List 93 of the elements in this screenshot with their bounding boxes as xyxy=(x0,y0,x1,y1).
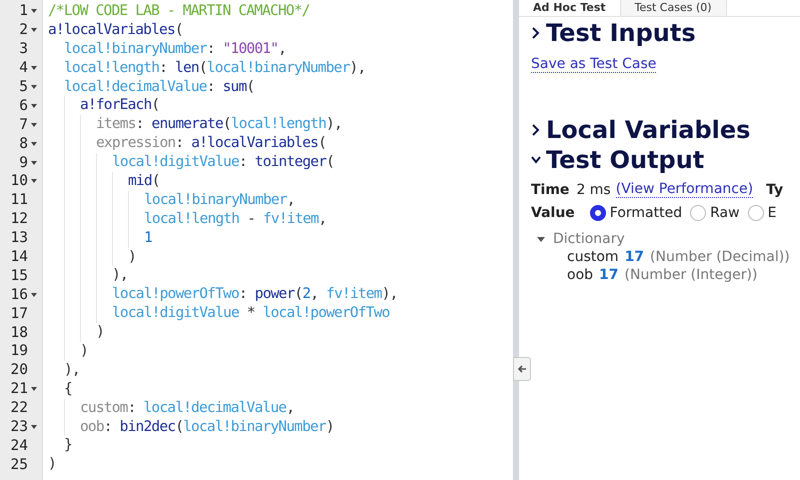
code-line: ), xyxy=(112,266,128,286)
fold-caret-icon[interactable] xyxy=(30,120,38,129)
code-line: oob: bin2dec(local!binaryNumber) xyxy=(80,418,334,436)
field-value: 17 xyxy=(599,267,619,283)
fold-caret-icon[interactable] xyxy=(30,158,38,167)
line-number: 11 xyxy=(10,192,28,208)
code-line: a!localVariables( xyxy=(48,20,183,40)
tree-node[interactable]: Dictionary xyxy=(537,231,800,247)
section-title: Test Inputs xyxy=(546,19,696,47)
code-line: ), xyxy=(64,360,80,380)
fold-caret-icon[interactable] xyxy=(30,290,38,299)
time-label: Time xyxy=(531,182,570,198)
line-number: 6 xyxy=(19,98,28,114)
chevron-icon xyxy=(531,123,541,137)
code-line: ) xyxy=(80,342,88,361)
line-number: 24 xyxy=(10,438,28,454)
line-number: 16 xyxy=(10,286,28,303)
line-number: 12 xyxy=(10,211,28,228)
code-line: ) xyxy=(128,248,136,266)
line-number: 5 xyxy=(19,79,28,95)
fold-caret-icon[interactable] xyxy=(30,423,38,432)
field-value: 17 xyxy=(624,249,644,265)
line-number: 14 xyxy=(10,249,28,266)
type-label: Ty xyxy=(766,182,784,198)
code-line: ) xyxy=(96,323,104,342)
code-line: { xyxy=(64,380,72,399)
fold-caret-icon[interactable] xyxy=(30,64,38,72)
fold-caret-icon[interactable] xyxy=(30,385,38,394)
value-label: Value xyxy=(531,205,575,221)
code-line: local!length - fv!item, xyxy=(144,210,326,229)
code-line: local!decimalValue: sum( xyxy=(64,78,254,96)
field-type: (Number (Decimal)) xyxy=(650,249,790,265)
code-line: } xyxy=(64,436,72,456)
line-number: 10 xyxy=(10,173,28,190)
tab[interactable]: Test Cases (0) xyxy=(620,0,727,16)
fold-caret-icon[interactable] xyxy=(30,177,38,186)
code-line: 1 xyxy=(144,228,152,248)
time-value: 2 ms xyxy=(576,182,611,198)
line-number: 22 xyxy=(10,400,28,416)
line-number: 17 xyxy=(10,306,28,322)
code-line: items: enumerate(local!length), xyxy=(96,115,342,134)
line-number: 1 xyxy=(19,3,28,20)
left-arrow-icon xyxy=(517,364,527,374)
expand-caret-icon xyxy=(537,235,545,243)
fold-caret-icon[interactable] xyxy=(30,102,38,110)
code-line: local!digitValue: tointeger( xyxy=(112,153,334,172)
save-as-test-case-link[interactable]: Save as Test Case xyxy=(531,56,656,73)
code-line: a!forEach( xyxy=(80,96,160,116)
radio-button[interactable] xyxy=(590,205,606,221)
section-header[interactable]: Test Inputs xyxy=(531,19,800,47)
code-line: local!binaryNumber, xyxy=(144,190,295,210)
line-number: 18 xyxy=(10,324,28,341)
code-line: ) xyxy=(48,455,56,474)
line-number: 15 xyxy=(10,268,28,284)
chevron-icon xyxy=(531,26,541,40)
line-number: 2 xyxy=(19,22,28,38)
line-number: 9 xyxy=(19,154,28,171)
line-number: 25 xyxy=(10,456,28,473)
fold-caret-icon[interactable] xyxy=(30,140,38,148)
format-radio[interactable]: Raw xyxy=(690,205,740,221)
code-line: expression: a!localVariables( xyxy=(96,134,326,154)
section-header[interactable]: Test Output xyxy=(531,146,800,174)
field-name: oob xyxy=(567,267,594,283)
fold-caret-icon[interactable] xyxy=(30,83,38,91)
line-number: 23 xyxy=(10,419,28,436)
field-type: (Number (Integer)) xyxy=(624,267,758,283)
code-line: mid( xyxy=(128,172,160,191)
line-number: 8 xyxy=(19,136,28,152)
format-radio[interactable]: E xyxy=(748,205,776,221)
code-line: /*LOW CODE LAB - MARTIN CAMACHO*/ xyxy=(48,2,310,21)
radio-button[interactable] xyxy=(690,205,706,221)
fold-caret-icon[interactable] xyxy=(30,26,38,34)
field-name: custom xyxy=(567,249,619,265)
line-number: 3 xyxy=(19,41,28,58)
code-line: local!digitValue * local!powerOfTwo xyxy=(112,304,390,324)
collapse-button[interactable] xyxy=(513,357,531,381)
line-number: 19 xyxy=(10,343,28,360)
format-radio[interactable]: Formatted xyxy=(590,205,682,221)
code-line: local!powerOfTwo: power(2, fv!item), xyxy=(112,285,398,304)
section-title: Local Variables xyxy=(546,116,750,144)
line-number: 7 xyxy=(19,116,28,133)
radio-button[interactable] xyxy=(748,205,764,221)
line-number: 4 xyxy=(19,60,28,76)
line-number: 20 xyxy=(10,362,28,378)
line-number: 13 xyxy=(10,230,28,246)
view-performance-link[interactable]: (View Performance) xyxy=(616,181,754,198)
section-title: Test Output xyxy=(546,146,704,174)
section-header[interactable]: Local Variables xyxy=(531,116,800,144)
code-line: local!length: len(local!binaryNumber), xyxy=(64,58,366,78)
code-line: custom: local!decimalValue, xyxy=(80,398,294,418)
code-line: local!binaryNumber: "10001", xyxy=(64,40,286,59)
line-number: 21 xyxy=(10,381,28,398)
fold-caret-icon[interactable] xyxy=(30,7,38,16)
